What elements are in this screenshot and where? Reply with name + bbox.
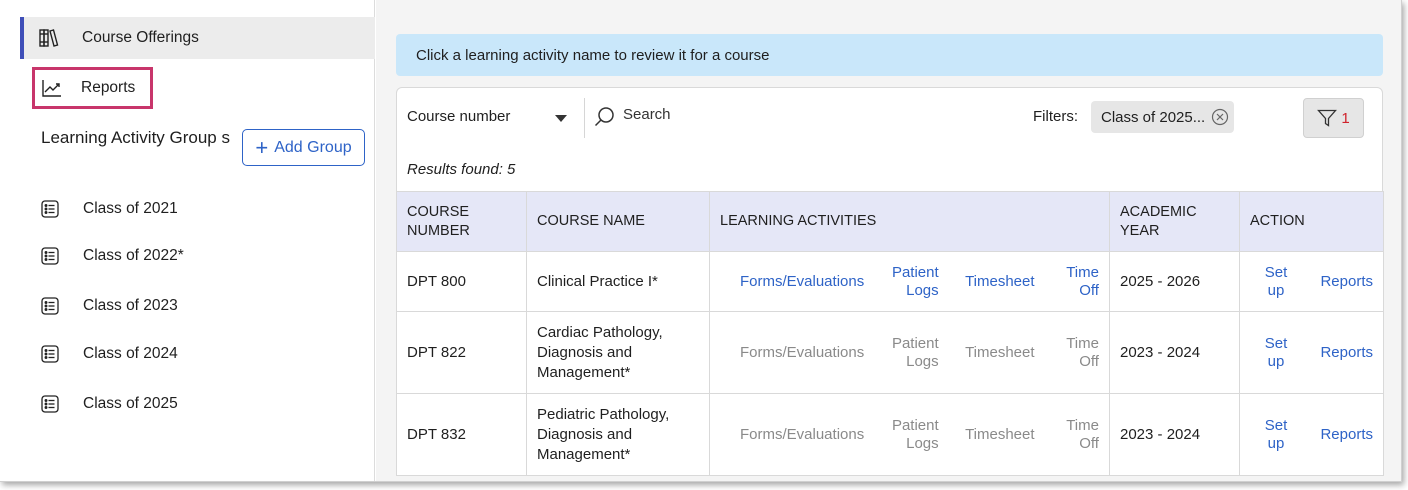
column-header: LEARNING ACTIVITIES xyxy=(709,191,1110,252)
learning-activities-cell: Forms/Evaluations Patient Logs Timesheet… xyxy=(709,393,1110,476)
academic-year: 2025 - 2026 xyxy=(1109,251,1240,312)
results-count: Results found: 5 xyxy=(396,148,1383,192)
filter-button[interactable]: 1 xyxy=(1303,98,1364,138)
search-icon xyxy=(594,106,616,132)
filter-chip-label: Class of 2025... xyxy=(1101,108,1206,126)
divider xyxy=(584,98,585,138)
list-icon xyxy=(41,247,59,265)
learning-activities-cell: Forms/Evaluations Patient Logs Timesheet… xyxy=(709,251,1110,312)
course-name: Pediatric Pathology, Diagnosis and Manag… xyxy=(526,393,710,476)
column-header: COURSE NAME xyxy=(526,191,710,252)
course-name: Clinical Practice I* xyxy=(526,251,710,312)
learning-activities-cell: Forms/Evaluations Patient Logs Timesheet… xyxy=(709,311,1110,394)
sidebar: Course Offerings Reports Learning Activi… xyxy=(0,0,375,481)
sidebar-group-item[interactable]: Class of 2023 xyxy=(40,293,178,319)
list-icon xyxy=(41,200,59,218)
sidebar-group-item[interactable]: Class of 2021 xyxy=(40,196,178,222)
info-banner: Click a learning activity name to review… xyxy=(396,34,1383,76)
action-cell: Set up Reports xyxy=(1239,251,1384,312)
group-label: Class of 2025 xyxy=(83,395,178,412)
course-number: DPT 832 xyxy=(396,393,527,476)
reports-link[interactable]: Reports xyxy=(1320,272,1373,292)
course-number: DPT 822 xyxy=(396,311,527,394)
sidebar-group-item[interactable]: Class of 2024 xyxy=(40,341,178,367)
reports-link[interactable]: Reports xyxy=(1320,425,1373,445)
timesheet-link: Timesheet xyxy=(965,343,1035,361)
setup-link[interactable]: Set up xyxy=(1250,335,1292,371)
time-off-link: Time Off xyxy=(1066,416,1099,452)
group-label: Class of 2022* xyxy=(83,247,184,264)
time-off-link: Time Off xyxy=(1066,334,1099,370)
courses-table: COURSE NUMBER COURSE NAME LEARNING ACTIV… xyxy=(396,191,1384,476)
setup-link[interactable]: Set up xyxy=(1250,264,1292,300)
list-icon xyxy=(41,395,59,413)
timesheet-link[interactable]: Timesheet xyxy=(965,273,1034,291)
sidebar-group-item[interactable]: Class of 2022* xyxy=(40,243,184,269)
filters-label: Filters: xyxy=(1033,108,1078,125)
patient-logs-link: Patient Logs xyxy=(891,334,939,370)
chevron-down-icon[interactable] xyxy=(555,115,567,122)
list-icon xyxy=(41,345,59,363)
search-field-select[interactable]: Course number xyxy=(407,108,510,125)
patient-logs-link: Patient Logs xyxy=(891,416,939,452)
close-circle-icon[interactable] xyxy=(1211,108,1229,126)
time-off-link[interactable]: Time Off xyxy=(1061,264,1099,300)
sidebar-item-course-offerings[interactable]: Course Offerings xyxy=(20,17,375,59)
timesheet-link: Timesheet xyxy=(965,425,1035,443)
table-header-row: COURSE NUMBER COURSE NAME LEARNING ACTIV… xyxy=(396,191,1384,252)
list-icon xyxy=(41,297,59,315)
search-input[interactable] xyxy=(623,106,983,123)
sidebar-item-label: Course Offerings xyxy=(82,29,199,46)
column-header: ACADEMIC YEAR xyxy=(1109,191,1240,252)
table-row: DPT 822 Cardiac Pathology, Diagnosis and… xyxy=(396,311,1384,394)
forms-evaluations-link[interactable]: Forms/Evaluations xyxy=(720,273,864,291)
filter-funnel-icon xyxy=(1317,109,1338,127)
group-label: Class of 2023 xyxy=(83,297,178,314)
search-toolbar: Course number Filters: Class of 2025... xyxy=(396,87,1383,149)
forms-evaluations-link: Forms/Evaluations xyxy=(740,343,865,361)
column-header: COURSE NUMBER xyxy=(396,191,527,252)
group-label: Class of 2021 xyxy=(83,200,178,217)
sidebar-item-label: Reports xyxy=(81,79,136,96)
course-number: DPT 800 xyxy=(396,251,527,312)
learning-activity-groups-title: Learning Activity Group s xyxy=(41,128,230,147)
sidebar-group-item[interactable]: Class of 2025 xyxy=(40,391,178,417)
setup-link[interactable]: Set up xyxy=(1250,417,1292,453)
table-row: DPT 800 Clinical Practice I* Forms/Evalu… xyxy=(396,251,1384,312)
add-group-label: Add Group xyxy=(274,138,352,156)
group-label: Class of 2024 xyxy=(83,345,178,362)
plus-icon: + xyxy=(255,134,269,160)
filter-chip[interactable]: Class of 2025... xyxy=(1091,101,1234,133)
course-name: Cardiac Pathology, Diagnosis and Managem… xyxy=(526,311,710,394)
add-group-button[interactable]: + Add Group xyxy=(242,129,365,166)
filter-count-badge: 1 xyxy=(1341,109,1350,127)
books-icon xyxy=(38,27,60,49)
column-header: ACTION xyxy=(1239,191,1384,252)
main-content: Click a learning activity name to review… xyxy=(376,0,1401,481)
academic-year: 2023 - 2024 xyxy=(1109,311,1240,394)
action-cell: Set up Reports xyxy=(1239,311,1384,394)
sidebar-item-reports[interactable]: Reports xyxy=(32,67,153,109)
trending-chart-icon xyxy=(41,77,63,99)
patient-logs-link[interactable]: Patient Logs xyxy=(891,264,939,300)
table-row: DPT 832 Pediatric Pathology, Diagnosis a… xyxy=(396,393,1384,476)
forms-evaluations-link: Forms/Evaluations xyxy=(740,425,865,443)
reports-link[interactable]: Reports xyxy=(1320,343,1373,363)
academic-year: 2023 - 2024 xyxy=(1109,393,1240,476)
action-cell: Set up Reports xyxy=(1239,393,1384,476)
